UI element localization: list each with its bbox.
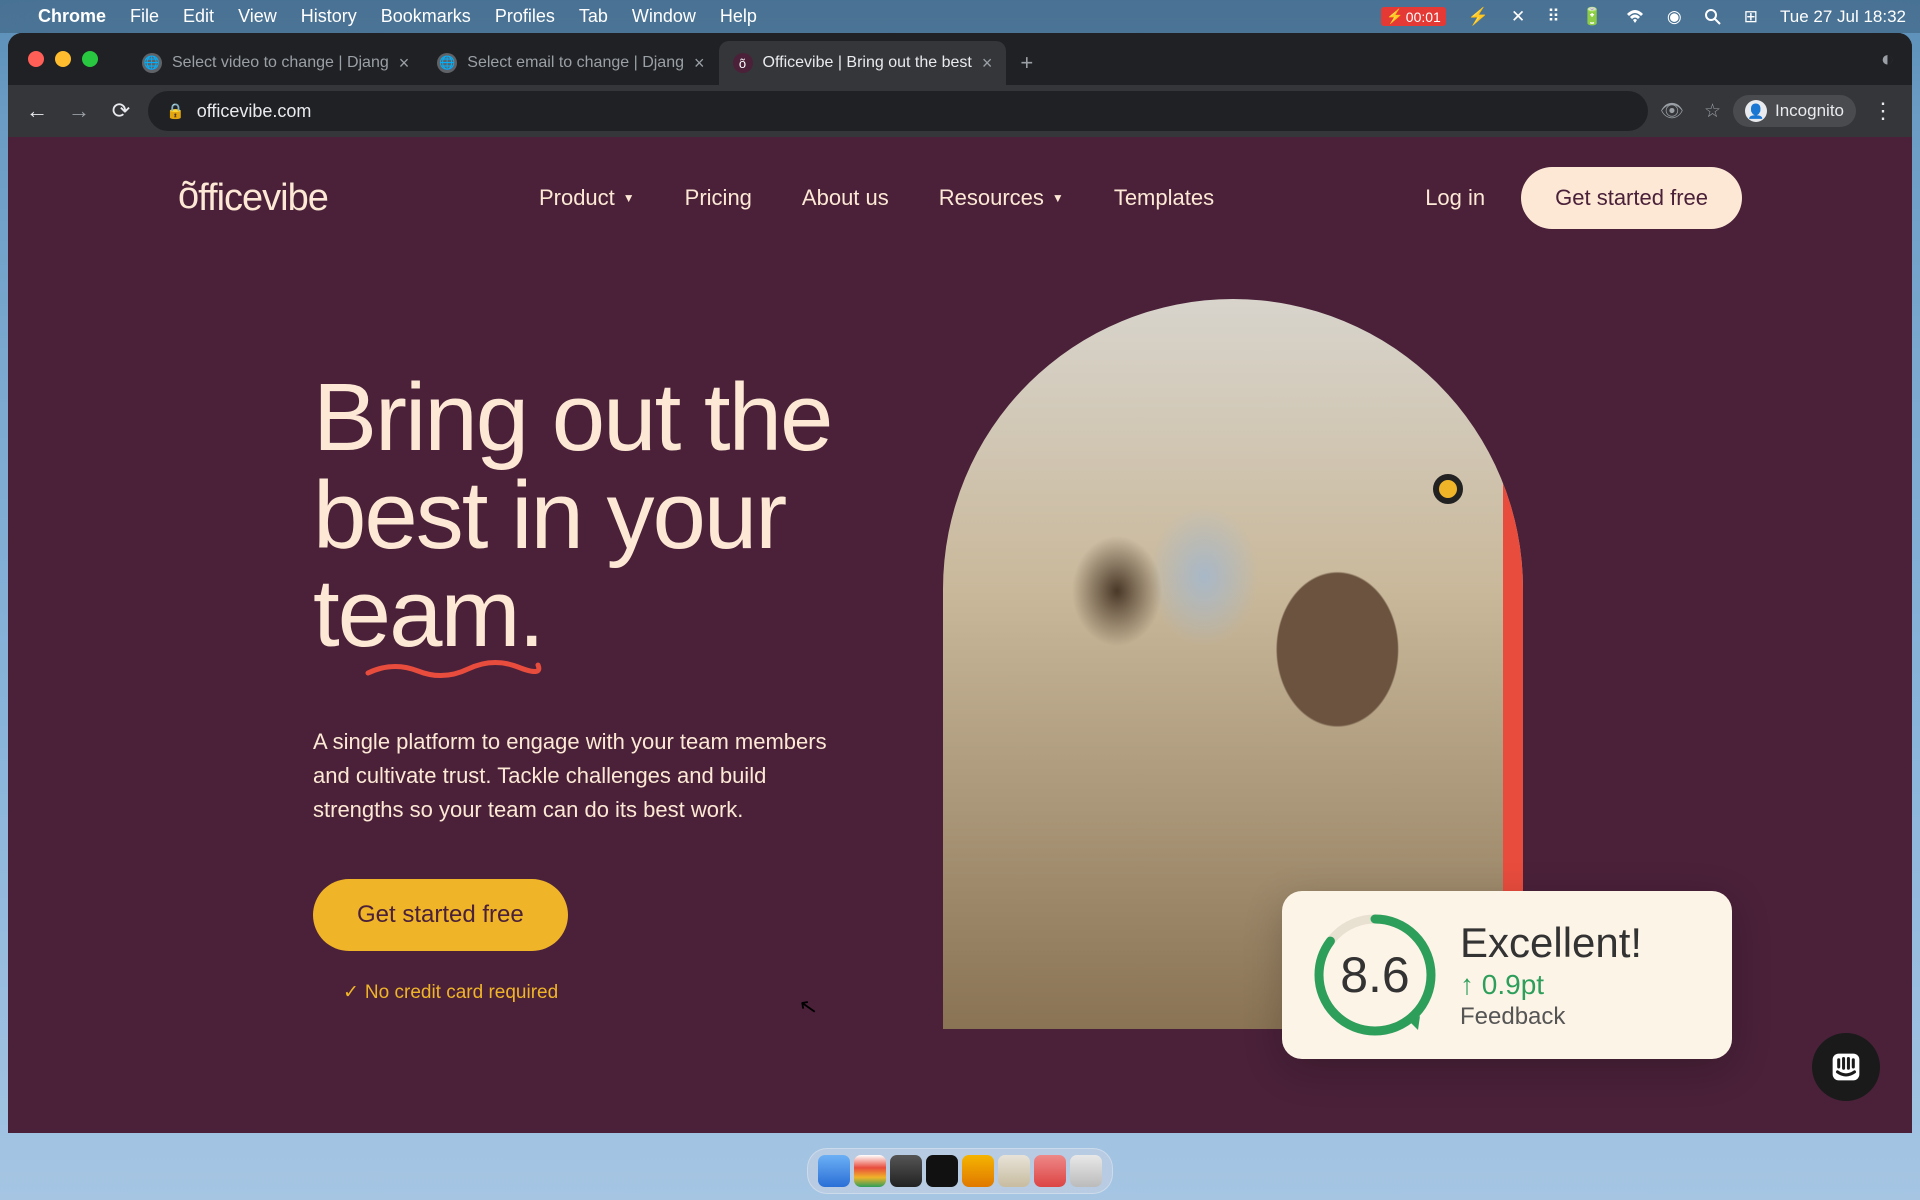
lock-icon[interactable]: 🔒	[166, 102, 185, 120]
macos-dock	[807, 1148, 1113, 1194]
score-card: 8.6 Excellent! ↑ 0.9pt Feedback	[1282, 891, 1732, 1059]
dock-terminal-icon[interactable]	[926, 1155, 958, 1187]
address-bar[interactable]: 🔒 officevibe.com	[148, 91, 1648, 131]
nav-templates[interactable]: Templates	[1114, 185, 1214, 211]
chrome-window: 🌐 Select video to change | Djang × 🌐 Sel…	[8, 33, 1912, 1133]
hero-image: 8.6 Excellent! ↑ 0.9pt Feedback	[933, 299, 1742, 1029]
back-button[interactable]: ←	[22, 96, 52, 126]
score-delta: ↑ 0.9pt	[1460, 969, 1642, 1001]
menu-tab[interactable]: Tab	[579, 6, 608, 27]
header-cta-button[interactable]: Get started free	[1521, 167, 1742, 229]
login-link[interactable]: Log in	[1425, 185, 1485, 211]
window-controls[interactable]	[28, 33, 98, 85]
bookmark-star-icon[interactable]: ☆	[1704, 100, 1721, 123]
hero-subtitle: A single platform to engage with your te…	[313, 725, 833, 827]
hero-cta-button[interactable]: Get started free	[313, 879, 568, 951]
spotlight-icon[interactable]	[1704, 8, 1722, 26]
hero-section: Bring out the best in your team. A singl…	[8, 259, 1912, 1029]
tab-strip: 🌐 Select video to change | Djang × 🌐 Sel…	[8, 33, 1912, 85]
reload-button[interactable]: ⟳	[106, 96, 136, 126]
window-zoom-icon[interactable]	[82, 51, 98, 67]
incognito-indicator-icon[interactable]: ◐	[1863, 46, 1912, 72]
browser-tab-active[interactable]: õ Officevibe | Bring out the best ×	[719, 41, 1007, 85]
site-logo[interactable]: õofficevibefficevibe	[178, 177, 328, 220]
tab-title: Officevibe | Bring out the best	[763, 54, 972, 72]
battery-icon[interactable]: 🔋	[1582, 7, 1603, 27]
nav-about[interactable]: About us	[802, 185, 889, 211]
control-center-icon[interactable]: ◉	[1667, 7, 1682, 27]
score-ring-icon: 8.6	[1310, 910, 1440, 1040]
macos-menubar: Chrome File Edit View History Bookmarks …	[0, 0, 1920, 33]
nav-resources[interactable]: Resources▼	[939, 185, 1064, 211]
incognito-badge[interactable]: 👤 Incognito	[1733, 95, 1856, 127]
x-icon[interactable]: ✕	[1511, 7, 1525, 27]
site-header: õofficevibefficevibe Product▼ Pricing Ab…	[8, 137, 1912, 259]
score-label: Feedback	[1460, 1003, 1642, 1031]
menu-view[interactable]: View	[238, 6, 277, 27]
menubar-app-name[interactable]: Chrome	[38, 6, 106, 27]
intercom-launcher[interactable]	[1812, 1033, 1880, 1101]
chrome-menu-button[interactable]: ⋮	[1868, 96, 1898, 126]
page-content: õofficevibefficevibe Product▼ Pricing Ab…	[8, 137, 1912, 1133]
check-icon: ✓	[343, 982, 359, 1003]
dock-app-icon[interactable]	[998, 1155, 1030, 1187]
new-tab-button[interactable]: +	[1006, 41, 1047, 85]
menu-profiles[interactable]: Profiles	[495, 6, 555, 27]
incognito-label: Incognito	[1775, 101, 1844, 121]
dots-icon[interactable]: ⠿	[1547, 7, 1559, 27]
url-text: officevibe.com	[197, 101, 312, 122]
menubar-datetime[interactable]: Tue 27 Jul 18:32	[1780, 7, 1906, 27]
nav-pricing[interactable]: Pricing	[685, 185, 752, 211]
incognito-icon: 👤	[1745, 100, 1767, 122]
menu-edit[interactable]: Edit	[183, 6, 214, 27]
dock-chrome-icon[interactable]	[854, 1155, 886, 1187]
forward-button[interactable]: →	[64, 96, 94, 126]
tab-close-icon[interactable]: ×	[399, 53, 410, 74]
yellow-dot-icon	[1433, 474, 1463, 504]
window-minimize-icon[interactable]	[55, 51, 71, 67]
screen-record-indicator[interactable]: ⚡00:01	[1381, 7, 1445, 26]
dock-app-icon[interactable]	[890, 1155, 922, 1187]
tab-close-icon[interactable]: ×	[694, 53, 705, 74]
chevron-down-icon: ▼	[623, 191, 635, 205]
tab-title: Select email to change | Djang	[467, 54, 684, 72]
site-favicon-icon: õ	[733, 53, 753, 73]
chevron-down-icon: ▼	[1052, 191, 1064, 205]
menu-history[interactable]: History	[301, 6, 357, 27]
score-headline: Excellent!	[1460, 919, 1642, 967]
bolt-icon[interactable]: ⚡	[1468, 7, 1489, 27]
browser-toolbar: ← → ⟳ 🔒 officevibe.com 👁 ☆ 👤 Incognito ⋮	[8, 85, 1912, 137]
menu-bookmarks[interactable]: Bookmarks	[381, 6, 471, 27]
menu-window[interactable]: Window	[632, 6, 696, 27]
dock-trash-icon[interactable]	[1070, 1155, 1102, 1187]
browser-tab[interactable]: 🌐 Select email to change | Djang ×	[423, 41, 718, 85]
tab-close-icon[interactable]: ×	[982, 53, 993, 74]
dock-app-icon[interactable]	[1034, 1155, 1066, 1187]
hero-title: Bring out the best in your team.	[313, 369, 893, 663]
window-close-icon[interactable]	[28, 51, 44, 67]
browser-tab[interactable]: 🌐 Select video to change | Djang ×	[128, 41, 423, 85]
globe-icon: 🌐	[142, 53, 162, 73]
globe-icon: 🌐	[437, 53, 457, 73]
wifi-icon[interactable]	[1625, 9, 1645, 25]
main-nav: Product▼ Pricing About us Resources▼ Tem…	[539, 185, 1214, 211]
menu-file[interactable]: File	[130, 6, 159, 27]
toolbox-icon[interactable]: ⊞	[1744, 7, 1758, 27]
nav-product[interactable]: Product▼	[539, 185, 635, 211]
chat-icon	[1829, 1050, 1863, 1084]
tab-title: Select video to change | Djang	[172, 54, 389, 72]
menu-help[interactable]: Help	[720, 6, 757, 27]
dock-finder-icon[interactable]	[818, 1155, 850, 1187]
eye-off-icon[interactable]: 👁	[1660, 99, 1684, 123]
score-value: 8.6	[1310, 910, 1440, 1040]
dock-app-icon[interactable]	[962, 1155, 994, 1187]
